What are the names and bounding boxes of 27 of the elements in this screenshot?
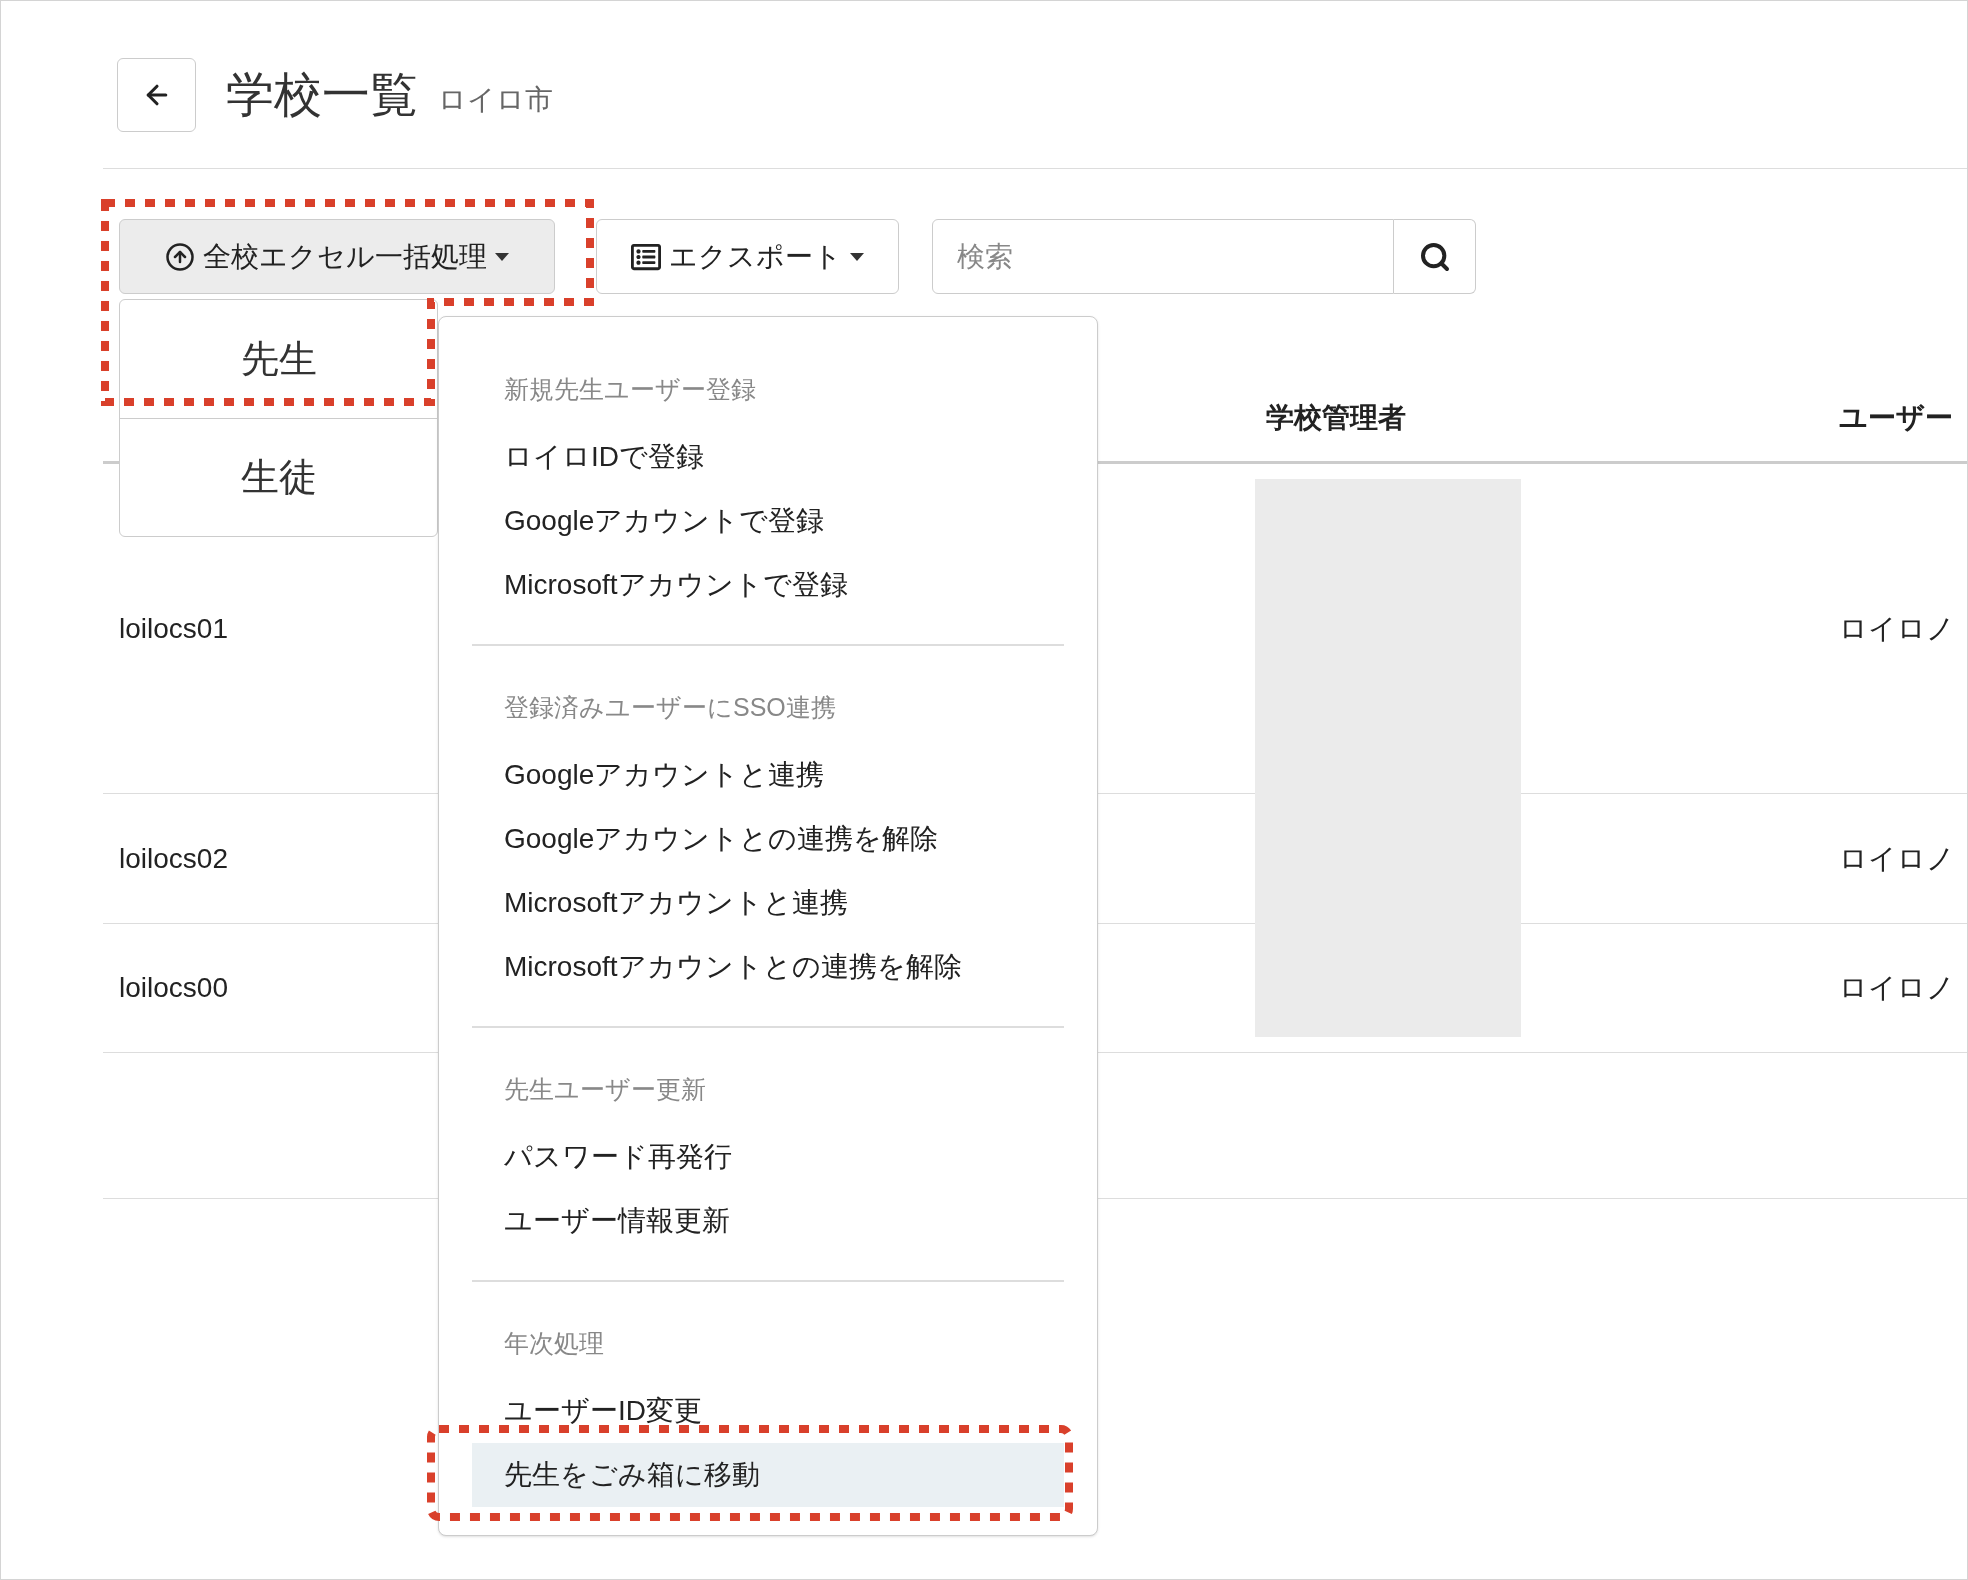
submenu-item[interactable]: 先生 <box>120 300 437 418</box>
search-button[interactable] <box>1394 219 1476 294</box>
upload-circle-icon <box>165 241 195 272</box>
page-subtitle: ロイロ市 <box>438 83 553 117</box>
column-header: 学校管理者 <box>1266 402 1406 433</box>
menu-section-heading: 年次処理 <box>504 1328 604 1360</box>
table-cell: ロイロノ <box>1839 612 1955 644</box>
search-icon <box>1418 240 1451 273</box>
menu-item[interactable]: 先生をごみ箱に移動 <box>472 1443 1064 1507</box>
table-cell: loilocs00 <box>119 972 228 1003</box>
menu-section-heading: 登録済みユーザーにSSO連携 <box>504 692 836 724</box>
menu-section-heading: 先生ユーザー更新 <box>504 1074 706 1106</box>
back-button[interactable] <box>117 58 196 132</box>
list-icon <box>631 241 661 272</box>
table-cell: loilocs01 <box>119 612 228 644</box>
search-field[interactable]: 検索 <box>932 219 1394 294</box>
caret-icon <box>850 252 864 261</box>
submenu-item[interactable]: 生徒 <box>120 418 437 536</box>
bulk-process-button[interactable]: 全校エクセル一括処理 <box>119 219 555 294</box>
menu-section-heading: 新規先生ユーザー登録 <box>504 374 756 406</box>
export-button[interactable]: エクスポート <box>596 219 899 294</box>
table-cell: loilocs02 <box>119 842 228 874</box>
table-cell: ロイロノ <box>1839 842 1955 874</box>
column-header: ユーザー <box>1839 402 1953 433</box>
table-cell: ロイロノ <box>1839 972 1955 1003</box>
caret-icon <box>495 252 509 261</box>
page-title: 学校一覧 <box>226 67 418 123</box>
